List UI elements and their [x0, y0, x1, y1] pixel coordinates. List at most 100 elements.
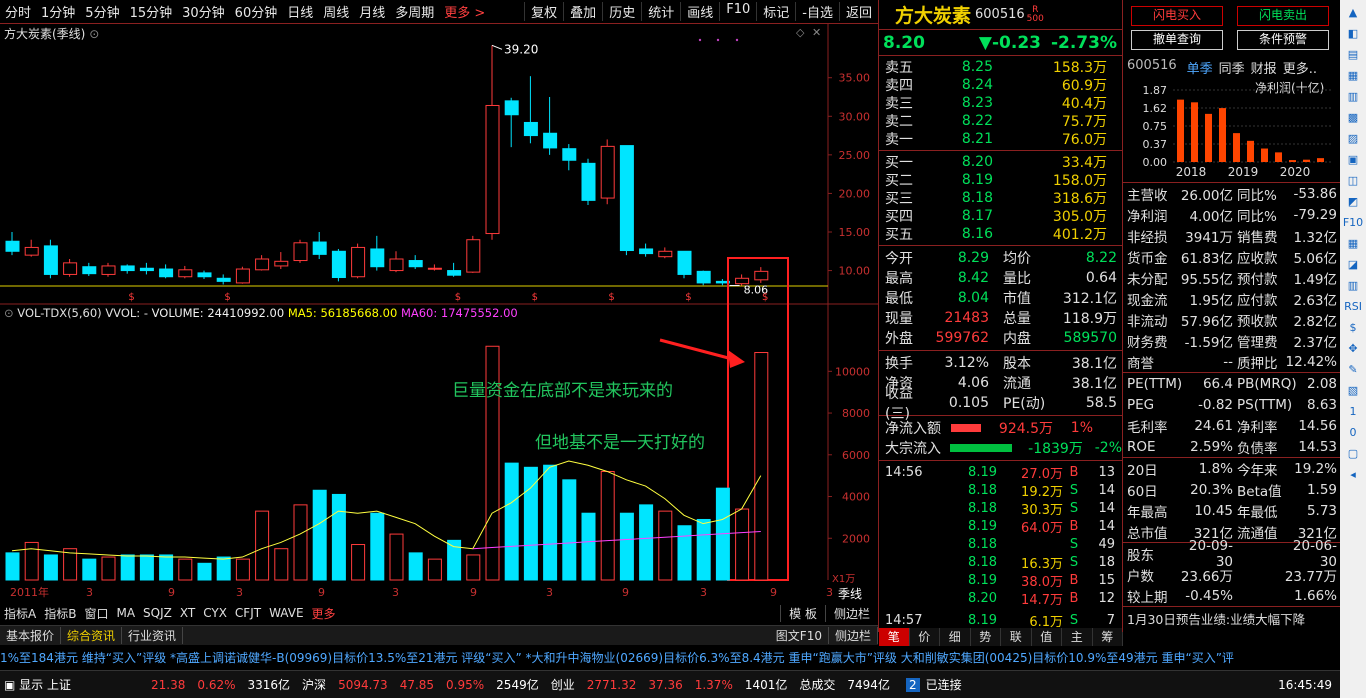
- toolbar-btn-0[interactable]: 复权: [524, 2, 563, 21]
- period-tab-4[interactable]: 30分钟: [177, 2, 230, 21]
- fin-button-1[interactable]: 闪电卖出: [1237, 6, 1329, 26]
- period-tab-2[interactable]: 5分钟: [80, 2, 124, 21]
- indicator-tab-3[interactable]: MA: [112, 606, 139, 620]
- tool-icon-2[interactable]: ▤: [1342, 45, 1364, 63]
- quote-value: 8.29: [957, 250, 989, 266]
- toolbar-btn-7[interactable]: -自选: [795, 2, 839, 21]
- period-tab-9[interactable]: 多周期: [390, 2, 439, 21]
- tool-icon-11[interactable]: ▦: [1342, 234, 1364, 252]
- indicator-tab-5[interactable]: XT: [176, 606, 199, 620]
- tool-icon-7[interactable]: ▣: [1342, 150, 1364, 168]
- fin-tab-1[interactable]: 同季: [1219, 58, 1245, 77]
- tool-icon-14[interactable]: RSI: [1342, 297, 1364, 315]
- indicator-tab-2[interactable]: 窗口: [80, 605, 112, 622]
- fin.rows4-key: 户数: [1127, 568, 1154, 585]
- candle-body: [677, 250, 692, 275]
- period-tab-6[interactable]: 日线: [282, 2, 318, 21]
- toolbar-btn-2[interactable]: 历史: [602, 2, 641, 21]
- tool-icon-0[interactable]: ▲: [1342, 3, 1364, 21]
- sell-label: 卖四: [885, 78, 913, 94]
- panel-tab-6[interactable]: 主: [1062, 628, 1093, 646]
- fin-button-2[interactable]: 撤单查询: [1131, 30, 1223, 50]
- tool-icon-22[interactable]: ◂: [1342, 465, 1364, 483]
- fin.rows-row: 非经损 3941万 销售费 1.32亿: [1123, 225, 1341, 246]
- indicator-tab-9[interactable]: 更多: [308, 605, 340, 622]
- y-tick-label: 25.00: [839, 149, 871, 162]
- toolbar-btn-1[interactable]: 叠加: [563, 2, 602, 21]
- info-tab-1[interactable]: 综合资讯: [61, 627, 123, 644]
- indicator-tab-8[interactable]: WAVE: [265, 606, 307, 620]
- period-tab-3[interactable]: 15分钟: [125, 2, 178, 21]
- trade-price: 8.18: [968, 482, 997, 498]
- indicator-tab-4[interactable]: SQJZ: [139, 606, 176, 620]
- fin-button-3[interactable]: 条件预警: [1237, 30, 1329, 50]
- fin.rows-key: 现金流: [1127, 292, 1168, 309]
- tool-icon-21[interactable]: ▢: [1342, 444, 1364, 462]
- tool-icon-6[interactable]: ▨: [1342, 129, 1364, 147]
- tool-icon-10[interactable]: F10: [1342, 213, 1364, 231]
- tool-icon-12[interactable]: ◪: [1342, 255, 1364, 273]
- buy-row: 买三 8.18 318.6万: [879, 189, 1122, 207]
- info-tab-0[interactable]: 基本报价: [0, 627, 62, 644]
- chart-area[interactable]: 35.00 30.00 25.00 20.00 15.00 10.00 39.20 8.06 $…: [0, 24, 878, 604]
- fin.rows4-key: 较上期: [1127, 589, 1168, 606]
- panel-tab-1[interactable]: 价: [910, 628, 940, 646]
- volume-bar: [466, 554, 481, 581]
- news-ticker[interactable]: 1%至184港元 维持“买入”评级 *高盛上调诺诚健华-B(09969)目标价1…: [0, 648, 1340, 666]
- tool-icon-1[interactable]: ◧: [1342, 24, 1364, 42]
- toolbar-btn-5[interactable]: F10: [719, 2, 756, 21]
- panel-tab-2[interactable]: 细: [940, 628, 971, 646]
- buy-row: 买五 8.16 401.2万: [879, 225, 1122, 243]
- tool-icon-20[interactable]: 0: [1342, 423, 1364, 441]
- tool-icon-5[interactable]: ▩: [1342, 108, 1364, 126]
- panel-tab-5[interactable]: 值: [1032, 628, 1062, 646]
- period-tab-7[interactable]: 周线: [318, 2, 354, 21]
- toolbar-btn-6[interactable]: 标记: [756, 2, 795, 21]
- fin-button-0[interactable]: 闪电买入: [1131, 6, 1223, 26]
- fin-bar: [1275, 152, 1282, 162]
- tool-icon-9[interactable]: ◩: [1342, 192, 1364, 210]
- info-tab-2[interactable]: 行业资讯: [122, 627, 184, 644]
- tool-icon-19[interactable]: 1: [1342, 402, 1364, 420]
- toolbar-btn-8[interactable]: 返回: [838, 2, 878, 21]
- tool-icon-4[interactable]: ▥: [1342, 87, 1364, 105]
- indicator-tab-0[interactable]: 指标A: [0, 605, 40, 622]
- x-tick-label: 3: [392, 586, 399, 599]
- tool-icon-18[interactable]: ▧: [1342, 381, 1364, 399]
- period-tab-10[interactable]: 更多 >: [439, 2, 490, 21]
- tool-icon-16[interactable]: ✥: [1342, 339, 1364, 357]
- tool-icon-15[interactable]: $: [1342, 318, 1364, 336]
- tool-icon-17[interactable]: ✎: [1342, 360, 1364, 378]
- indicator-tab-1[interactable]: 指标B: [40, 605, 80, 622]
- indicator-tab-7[interactable]: CFJT: [231, 606, 265, 620]
- info-tab-3[interactable]: 图文F10: [770, 627, 829, 644]
- fin.rows3-value2: 19.2%: [1294, 460, 1337, 477]
- tool-icon-3[interactable]: ▦: [1342, 66, 1364, 84]
- indicator-tab-6[interactable]: CYX: [199, 606, 231, 620]
- indicator-tab-11[interactable]: 侧边栏: [824, 604, 878, 622]
- info-tab-4[interactable]: 侧边栏: [829, 627, 878, 644]
- panel-tab-0[interactable]: 笔: [879, 628, 910, 646]
- period-tab-8[interactable]: 月线: [354, 2, 390, 21]
- toolbar-btn-4[interactable]: 画线: [680, 2, 719, 21]
- fin-tab-0[interactable]: 单季: [1187, 58, 1213, 77]
- toolbar-btn-3[interactable]: 统计: [641, 2, 680, 21]
- tool-icon-13[interactable]: ▥: [1342, 276, 1364, 294]
- period-tab-1[interactable]: 1分钟: [36, 2, 80, 21]
- period-tab-5[interactable]: 60分钟: [230, 2, 283, 21]
- fin-tab-3[interactable]: 更多..: [1283, 58, 1317, 77]
- panel-tab-7[interactable]: 筹: [1093, 628, 1123, 646]
- fin-tab-2[interactable]: 财报: [1251, 58, 1277, 77]
- fin.rows3-key2: 年最低: [1237, 504, 1278, 521]
- sell-row: 卖二 8.22 75.7万: [879, 112, 1122, 130]
- indicator-tab-10[interactable]: 模 板: [780, 604, 825, 622]
- panel-tab-4[interactable]: 联: [1001, 628, 1032, 646]
- candle-body: [523, 121, 538, 137]
- ticker-text[interactable]: 1%至184港元 维持“买入”评级 *高盛上调诺诚健华-B(09969)目标价1…: [0, 649, 1234, 666]
- period-tab-0[interactable]: 分时: [0, 2, 36, 21]
- quote-stats: 今开 8.29 均价 8.22 最高 8.42 量比 0.64 最低 8.04 市值 312.1亿 现量…: [879, 246, 1122, 351]
- y-tick-label: 35.00: [839, 72, 871, 85]
- tool-icon-8[interactable]: ◫: [1342, 171, 1364, 189]
- panel-tab-3[interactable]: 势: [971, 628, 1001, 646]
- fin.rows-key2: 应付款: [1237, 292, 1278, 309]
